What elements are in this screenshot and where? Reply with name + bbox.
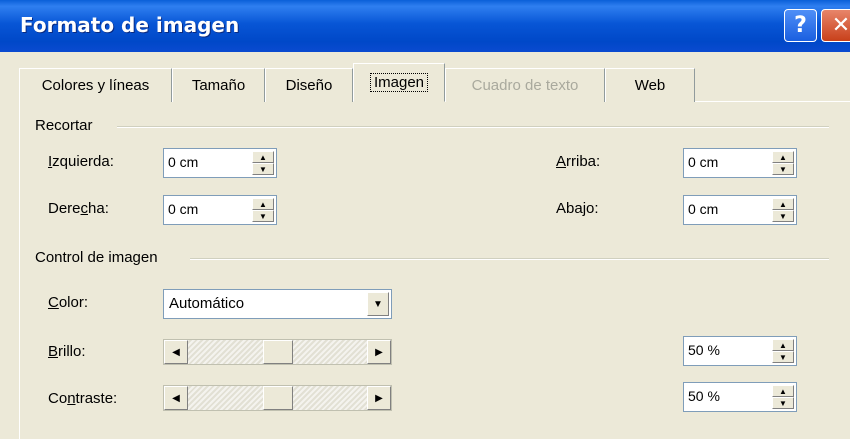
label-abajo: Abajo:: [556, 200, 599, 217]
close-icon[interactable]: ✕: [821, 9, 850, 42]
spin-up-icon[interactable]: ▲: [772, 198, 794, 210]
title-bar: Formato de imagen ? ✕: [0, 0, 850, 52]
tab-label: Web: [634, 77, 666, 94]
label-contraste: Contraste:: [48, 390, 118, 407]
arriba-spinner[interactable]: 0 cm ▲ ▼: [683, 148, 797, 178]
group-label-control-de-imagen: Control de imagen: [35, 249, 158, 266]
help-icon[interactable]: ?: [784, 9, 817, 42]
spin-down-icon[interactable]: ▼: [772, 351, 794, 363]
contraste-slider[interactable]: ◀ ▶: [163, 385, 392, 411]
abajo-spinner[interactable]: 0 cm ▲ ▼: [683, 195, 797, 225]
spin-up-icon[interactable]: ▲: [772, 151, 794, 163]
derecha-spinner[interactable]: 0 cm ▲ ▼: [163, 195, 277, 225]
spin-down-icon[interactable]: ▼: [252, 163, 274, 175]
label-brillo: Brillo:: [48, 343, 86, 360]
spin-down-icon[interactable]: ▼: [772, 397, 794, 409]
spin-up-icon[interactable]: ▲: [252, 151, 274, 163]
slider-thumb[interactable]: [262, 340, 293, 364]
spin-down-icon[interactable]: ▼: [772, 163, 794, 175]
color-value: Automático: [169, 295, 245, 312]
brillo-spinner[interactable]: 50 % ▲ ▼: [683, 336, 797, 366]
spin-up-icon[interactable]: ▲: [772, 385, 794, 397]
color-dropdown[interactable]: Automático ▼: [163, 289, 392, 319]
tab-label: Imagen: [369, 73, 429, 92]
label-izquierda: Izquierda:: [48, 153, 114, 170]
label-color: Color:: [48, 294, 89, 311]
tab-label: Diseño: [285, 77, 333, 94]
brillo-value[interactable]: 50 %: [688, 342, 720, 358]
contraste-value[interactable]: 50 %: [688, 388, 720, 404]
derecha-value[interactable]: 0 cm: [168, 201, 198, 217]
tab-cuadro-de-texto: Cuadro de texto: [445, 68, 605, 102]
window-title: Formato de imagen: [20, 13, 240, 37]
scroll-left-icon[interactable]: ◀: [164, 386, 188, 410]
izquierda-spinner[interactable]: 0 cm ▲ ▼: [163, 148, 277, 178]
group-divider: [117, 126, 829, 128]
scroll-right-icon[interactable]: ▶: [367, 340, 391, 364]
tab-diseno[interactable]: Diseño: [265, 68, 353, 102]
tab-colores-y-lineas[interactable]: Colores y líneas: [19, 68, 172, 102]
abajo-value[interactable]: 0 cm: [688, 201, 718, 217]
izquierda-value[interactable]: 0 cm: [168, 154, 198, 170]
scroll-right-icon[interactable]: ▶: [367, 386, 391, 410]
label-derecha: Derecha:: [48, 200, 109, 217]
brillo-slider[interactable]: ◀ ▶: [163, 339, 392, 365]
tab-tamano[interactable]: Tamaño: [172, 68, 265, 102]
tab-label: Colores y líneas: [41, 77, 150, 94]
tab-web[interactable]: Web: [605, 68, 695, 102]
tab-label: Cuadro de texto: [471, 77, 579, 94]
group-divider: [190, 258, 829, 260]
contraste-spinner[interactable]: 50 % ▲ ▼: [683, 382, 797, 412]
group-label-recortar: Recortar: [35, 117, 93, 134]
arriba-value[interactable]: 0 cm: [688, 154, 718, 170]
label-arriba: Arriba:: [556, 153, 601, 170]
spin-down-icon[interactable]: ▼: [772, 210, 794, 222]
spin-down-icon[interactable]: ▼: [252, 210, 274, 222]
spin-up-icon[interactable]: ▲: [772, 339, 794, 351]
spin-up-icon[interactable]: ▲: [252, 198, 274, 210]
slider-thumb[interactable]: [262, 386, 293, 410]
scroll-left-icon[interactable]: ◀: [164, 340, 188, 364]
tab-imagen[interactable]: Imagen: [353, 63, 445, 102]
tab-label: Tamaño: [191, 77, 246, 94]
chevron-down-icon[interactable]: ▼: [367, 292, 389, 316]
